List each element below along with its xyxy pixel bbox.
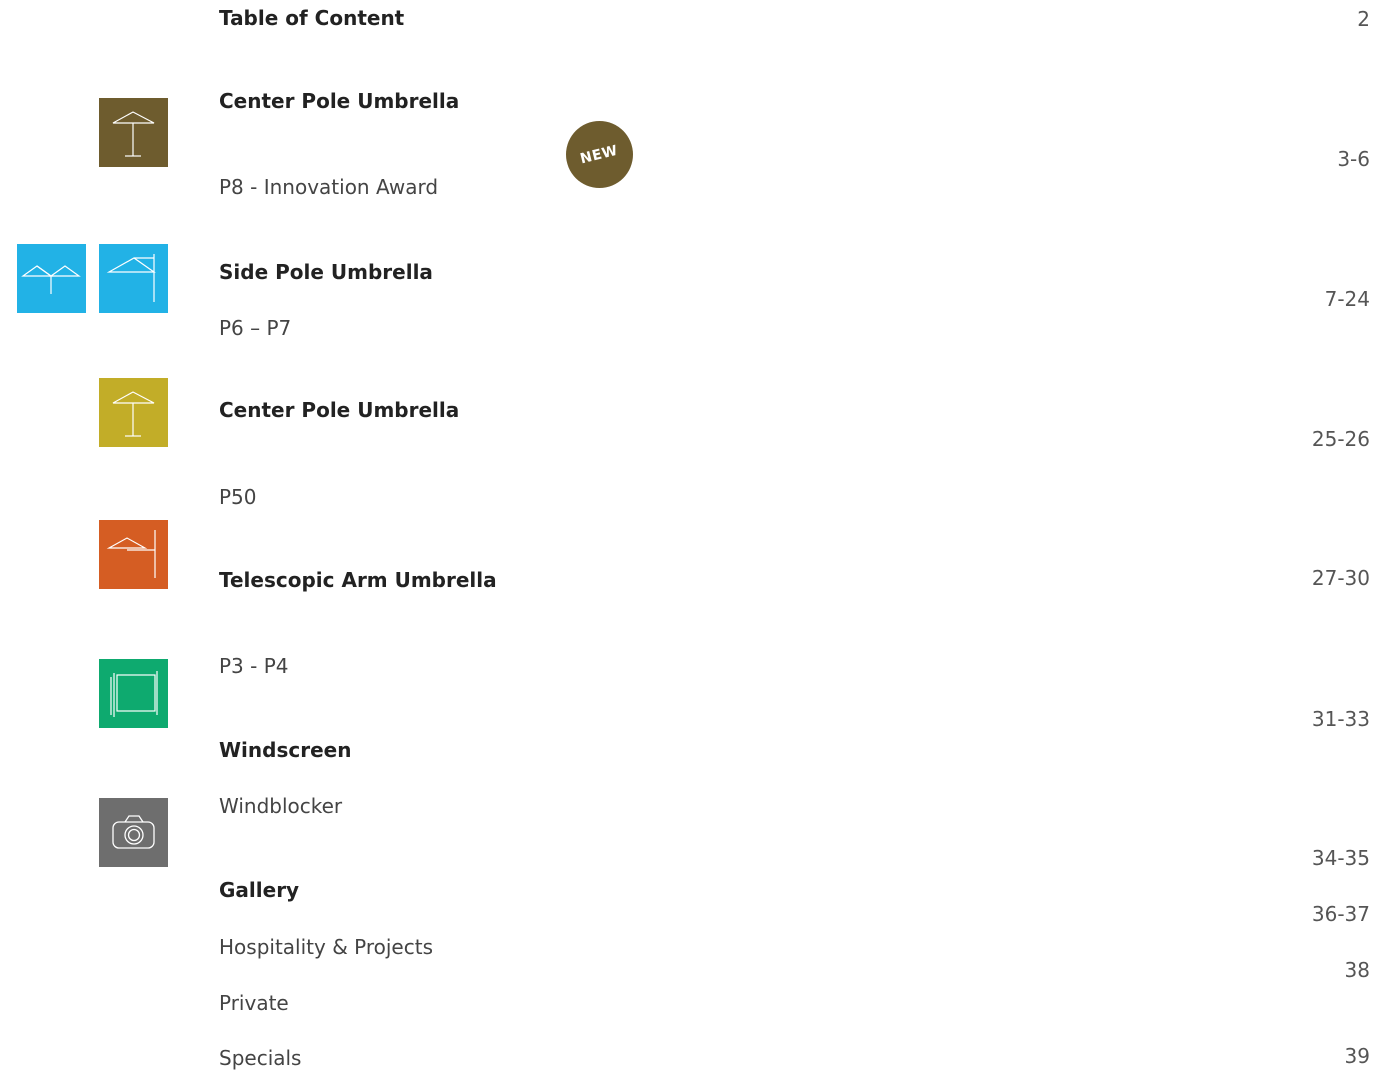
page-number: 39 bbox=[1344, 1044, 1370, 1068]
page-number: 27-30 bbox=[1311, 566, 1370, 590]
page-number: 2 bbox=[1357, 7, 1370, 31]
section-sub-p8: P8 - Innovation Award bbox=[219, 175, 439, 199]
section-heading-telescopic: Telescopic Arm Umbrella bbox=[219, 568, 497, 592]
section-heading-center-pole-1: Center Pole Umbrella bbox=[219, 89, 460, 113]
page-number: 7-24 bbox=[1324, 287, 1370, 311]
page-number: 36-37 bbox=[1311, 902, 1370, 926]
section-heading-gallery: Gallery bbox=[219, 878, 300, 902]
telescopic-arm-umbrella-icon bbox=[99, 520, 168, 589]
section-heading-side-pole: Side Pole Umbrella bbox=[219, 260, 433, 284]
gallery-item-private: Private bbox=[219, 991, 289, 1015]
section-sub-p6-p7: P6 – P7 bbox=[219, 316, 292, 340]
toc-title: Table of Content bbox=[219, 6, 405, 30]
new-badge-label: NEW bbox=[579, 142, 620, 167]
gallery-item-specials: Specials bbox=[219, 1046, 302, 1070]
section-sub-p3-p4: P3 - P4 bbox=[219, 654, 289, 678]
section-heading-center-pole-2: Center Pole Umbrella bbox=[219, 398, 460, 422]
page-number: 38 bbox=[1344, 958, 1370, 982]
side-pole-umbrella-icon bbox=[99, 244, 168, 313]
double-umbrella-icon bbox=[17, 244, 86, 313]
page-number: 31-33 bbox=[1311, 707, 1370, 731]
section-heading-windscreen: Windscreen bbox=[219, 738, 352, 762]
gallery-item-hospitality: Hospitality & Projects bbox=[219, 935, 433, 959]
page-number: 25-26 bbox=[1311, 427, 1370, 451]
page-number: 3-6 bbox=[1337, 147, 1370, 171]
new-badge: NEW bbox=[566, 121, 633, 188]
windscreen-icon bbox=[99, 659, 168, 728]
section-sub-windblocker: Windblocker bbox=[219, 794, 343, 818]
center-pole-umbrella-icon bbox=[99, 378, 168, 447]
camera-icon bbox=[99, 798, 168, 867]
page-number: 34-35 bbox=[1311, 846, 1370, 870]
section-sub-p50: P50 bbox=[219, 485, 257, 509]
center-pole-umbrella-icon bbox=[99, 98, 168, 167]
